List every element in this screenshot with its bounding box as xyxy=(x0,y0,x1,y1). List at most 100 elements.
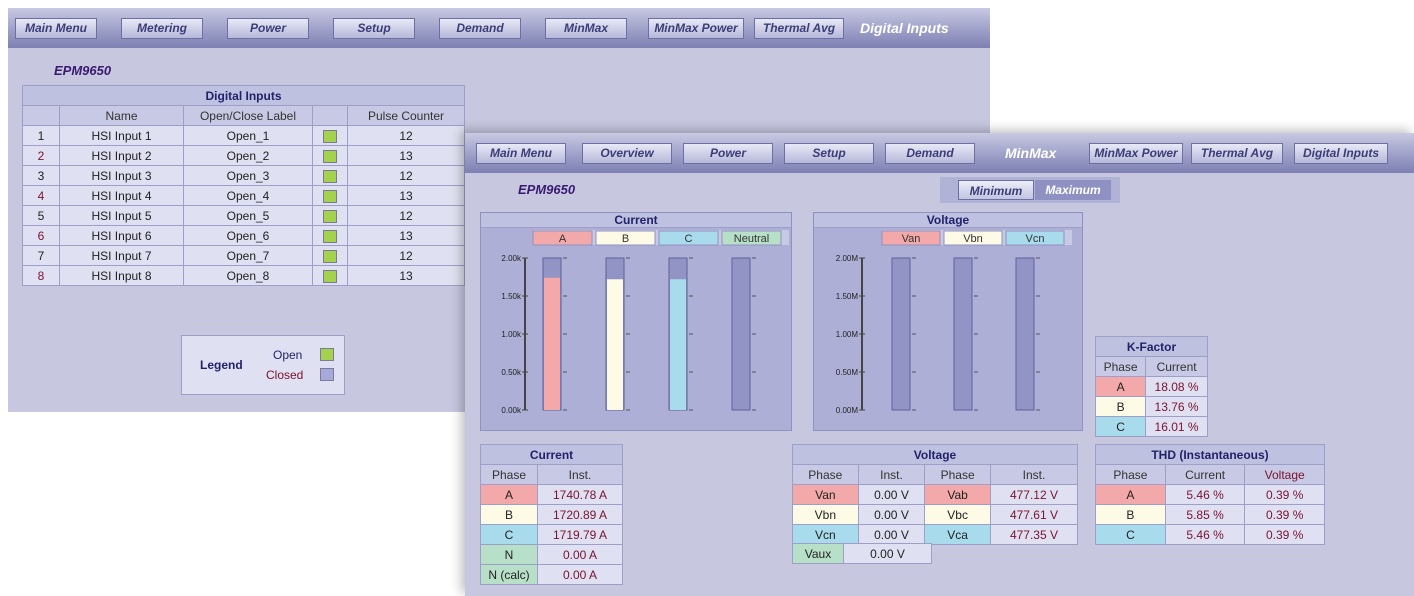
row-pulse-count: 12 xyxy=(347,125,465,146)
voltage-col-phase-2: Phase xyxy=(924,464,991,485)
row-pulse-count: 13 xyxy=(347,225,465,246)
thd-table: THD (Instantaneous) Phase Current Voltag… xyxy=(1095,444,1325,545)
kfactor-col-current: Current xyxy=(1145,356,1208,377)
value-cell: 0.00 V xyxy=(857,504,926,525)
value-cell: 16.01 % xyxy=(1145,416,1208,437)
row-status xyxy=(312,125,348,146)
table-row: C 16.01 % xyxy=(1094,416,1208,437)
phase-cell: A xyxy=(480,484,538,505)
nav-digital-inputs[interactable]: Digital Inputs xyxy=(1294,143,1388,164)
channel-label: Vbn xyxy=(963,233,983,245)
nav-setup[interactable]: Setup xyxy=(784,143,874,164)
value-cell: 1719.79 A xyxy=(537,524,623,545)
phase-cell: Van xyxy=(792,484,859,505)
kfactor-col-phase: Phase xyxy=(1094,356,1147,377)
nav-demand[interactable]: Demand xyxy=(885,143,975,164)
row-status xyxy=(312,265,348,286)
nav-main-menu[interactable]: Main Menu xyxy=(15,18,97,39)
row-name: HSI Input 2 xyxy=(59,145,184,166)
voltage-chart: 2.00M 1.50M 1.00M 0.50M 0.00M Van Vbn Vcn xyxy=(836,230,1072,415)
row-label: Open_3 xyxy=(183,165,313,186)
nav-minmax[interactable]: MinMax xyxy=(545,18,627,39)
value-cell: 1720.89 A xyxy=(537,504,623,525)
bar-track xyxy=(731,257,751,411)
nav-minmax-power[interactable]: MinMax Power xyxy=(1089,143,1183,164)
table-row: C 1719.79 A xyxy=(480,524,623,545)
bar-fill xyxy=(607,279,623,410)
y-tick-label: 2.00k xyxy=(501,254,522,263)
y-tick-label: 1.50M xyxy=(836,292,859,301)
nav-power[interactable]: Power xyxy=(227,18,309,39)
nav-minmax-power[interactable]: MinMax Power xyxy=(648,18,744,39)
row-pulse-count: 13 xyxy=(347,145,465,166)
row-name: HSI Input 7 xyxy=(59,245,184,266)
row-index: 1 xyxy=(22,125,60,146)
voltage-table-title: Voltage xyxy=(792,444,1078,465)
nav-metering[interactable]: Metering xyxy=(121,18,203,39)
value-cell: 13.76 % xyxy=(1145,396,1208,417)
value-cell: 0.39 % xyxy=(1244,484,1325,505)
vaux-value: 0.00 V xyxy=(843,543,932,564)
table-row: 1 HSI Input 1 Open_1 12 xyxy=(22,125,465,146)
phase-cell: Vbn xyxy=(792,504,859,525)
y-tick-label: 1.50k xyxy=(501,292,522,301)
kfactor-table: K-Factor Phase Current A 18.08 % B 13.76 % C… xyxy=(1094,336,1208,437)
legend-open-label: Open xyxy=(273,348,303,362)
value-cell: 5.85 % xyxy=(1164,504,1246,525)
phase-cell: B xyxy=(1095,504,1166,525)
value-cell: 0.39 % xyxy=(1244,524,1325,545)
nav-thermal-avg[interactable]: Thermal Avg xyxy=(1191,143,1283,164)
phase-cell: Vbc xyxy=(924,504,991,525)
col-pulse-counter: Pulse Counter xyxy=(347,105,465,126)
y-tick-label: 0.50k xyxy=(501,368,522,377)
nav-thermal-avg[interactable]: Thermal Avg xyxy=(754,18,844,39)
device-name: EPM9650 xyxy=(518,182,576,197)
status-indicator xyxy=(323,129,337,143)
phase-cell: N xyxy=(480,544,538,565)
voltage-col-inst-2: Inst. xyxy=(989,464,1079,485)
minimum-button[interactable]: Minimum xyxy=(958,180,1034,200)
maximum-button[interactable]: Maximum xyxy=(1035,180,1111,200)
col-name: Name xyxy=(59,105,184,126)
channel-label: Neutral xyxy=(734,233,769,245)
value-cell: 477.12 V xyxy=(989,484,1079,505)
nav-power[interactable]: Power xyxy=(683,143,773,164)
bar-track xyxy=(953,257,973,411)
nav-setup[interactable]: Setup xyxy=(333,18,415,39)
table-row: B 13.76 % xyxy=(1094,396,1208,417)
row-name: HSI Input 8 xyxy=(59,265,184,286)
value-cell: 0.00 A xyxy=(537,544,623,565)
row-pulse-count: 13 xyxy=(347,185,465,206)
phase-cell: A xyxy=(1094,376,1147,397)
value-cell: 0.00 V xyxy=(857,484,926,505)
nav-overview[interactable]: Overview xyxy=(582,143,672,164)
table-row: A 5.46 % 0.39 % xyxy=(1095,484,1325,505)
nav-demand[interactable]: Demand xyxy=(439,18,521,39)
row-label: Open_5 xyxy=(183,205,313,226)
thd-col-phase: Phase xyxy=(1095,464,1166,485)
table-row: 7 HSI Input 7 Open_7 12 xyxy=(22,245,465,266)
current-chart: 2.00k 1.50k 1.00k 0.50k 0.00k A B C Neutral xyxy=(501,230,789,415)
phase-cell: Vca xyxy=(924,524,991,545)
current-table: Current Phase Inst. A 1740.78 A B 1720.89 A… xyxy=(480,444,623,585)
row-index: 3 xyxy=(22,165,60,186)
table-row: B 5.85 % 0.39 % xyxy=(1095,504,1325,525)
thd-title: THD (Instantaneous) xyxy=(1095,444,1325,465)
row-pulse-count: 12 xyxy=(347,245,465,266)
value-cell: 0.00 V xyxy=(857,524,926,545)
phase-cell: B xyxy=(480,504,538,525)
nav-main-menu[interactable]: Main Menu xyxy=(476,143,566,164)
voltage-chart-title: Voltage xyxy=(814,213,1082,228)
y-tick-label: 0.00k xyxy=(501,406,522,415)
vaux-label: Vaux xyxy=(792,543,844,564)
phase-cell: C xyxy=(480,524,538,545)
table-row: B 1720.89 A xyxy=(480,504,623,525)
value-cell: 18.08 % xyxy=(1145,376,1208,397)
voltage-table: Voltage Phase Inst. Phase Inst. Van 0.00 … xyxy=(792,444,1079,545)
value-cell: 477.35 V xyxy=(989,524,1079,545)
row-name: HSI Input 1 xyxy=(59,125,184,146)
device-name: EPM9650 xyxy=(54,63,112,78)
bar-track xyxy=(1015,257,1035,411)
row-name: HSI Input 4 xyxy=(59,185,184,206)
channel-label: Vcn xyxy=(1026,233,1045,245)
